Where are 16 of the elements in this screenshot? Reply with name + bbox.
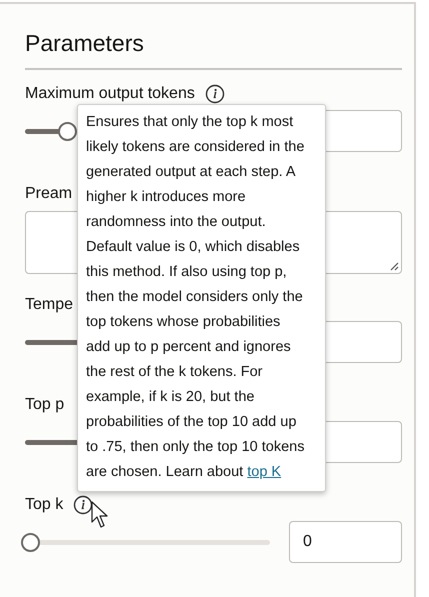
field-label: Maximum output tokens	[25, 84, 195, 104]
panel-title: Parameters	[25, 29, 145, 58]
slider-thumb[interactable]	[58, 122, 77, 140]
tooltip: Ensures that only the top k most likely tokens are considered in the generated output at each step. A higher k introduces more randomness into the output. Default value is 0, which disables this method. If also using top p, then the model considers only the top tokens whose probabilities add up to p percent and ignores the rest of the k tokens. For example, if k is 20, but the probabilities of the top 10 add up to .75, then only the top 10 tokens are chosen. Learn about top K	[77, 104, 326, 492]
field-label: Pream	[25, 184, 72, 204]
info-icon[interactable]	[73, 495, 94, 515]
resize-handle-icon[interactable]	[389, 261, 399, 271]
info-icon[interactable]	[204, 84, 225, 104]
number-field[interactable]: 0	[289, 521, 402, 563]
top-k-link[interactable]: top K	[247, 464, 282, 480]
mouse-pointer-icon	[91, 501, 109, 529]
field-label: Top p	[25, 395, 64, 415]
field-value: 0	[303, 532, 312, 552]
field-label: Tempe	[25, 295, 74, 315]
slider-thumb[interactable]	[21, 532, 40, 552]
field-label: Top k	[25, 495, 64, 515]
